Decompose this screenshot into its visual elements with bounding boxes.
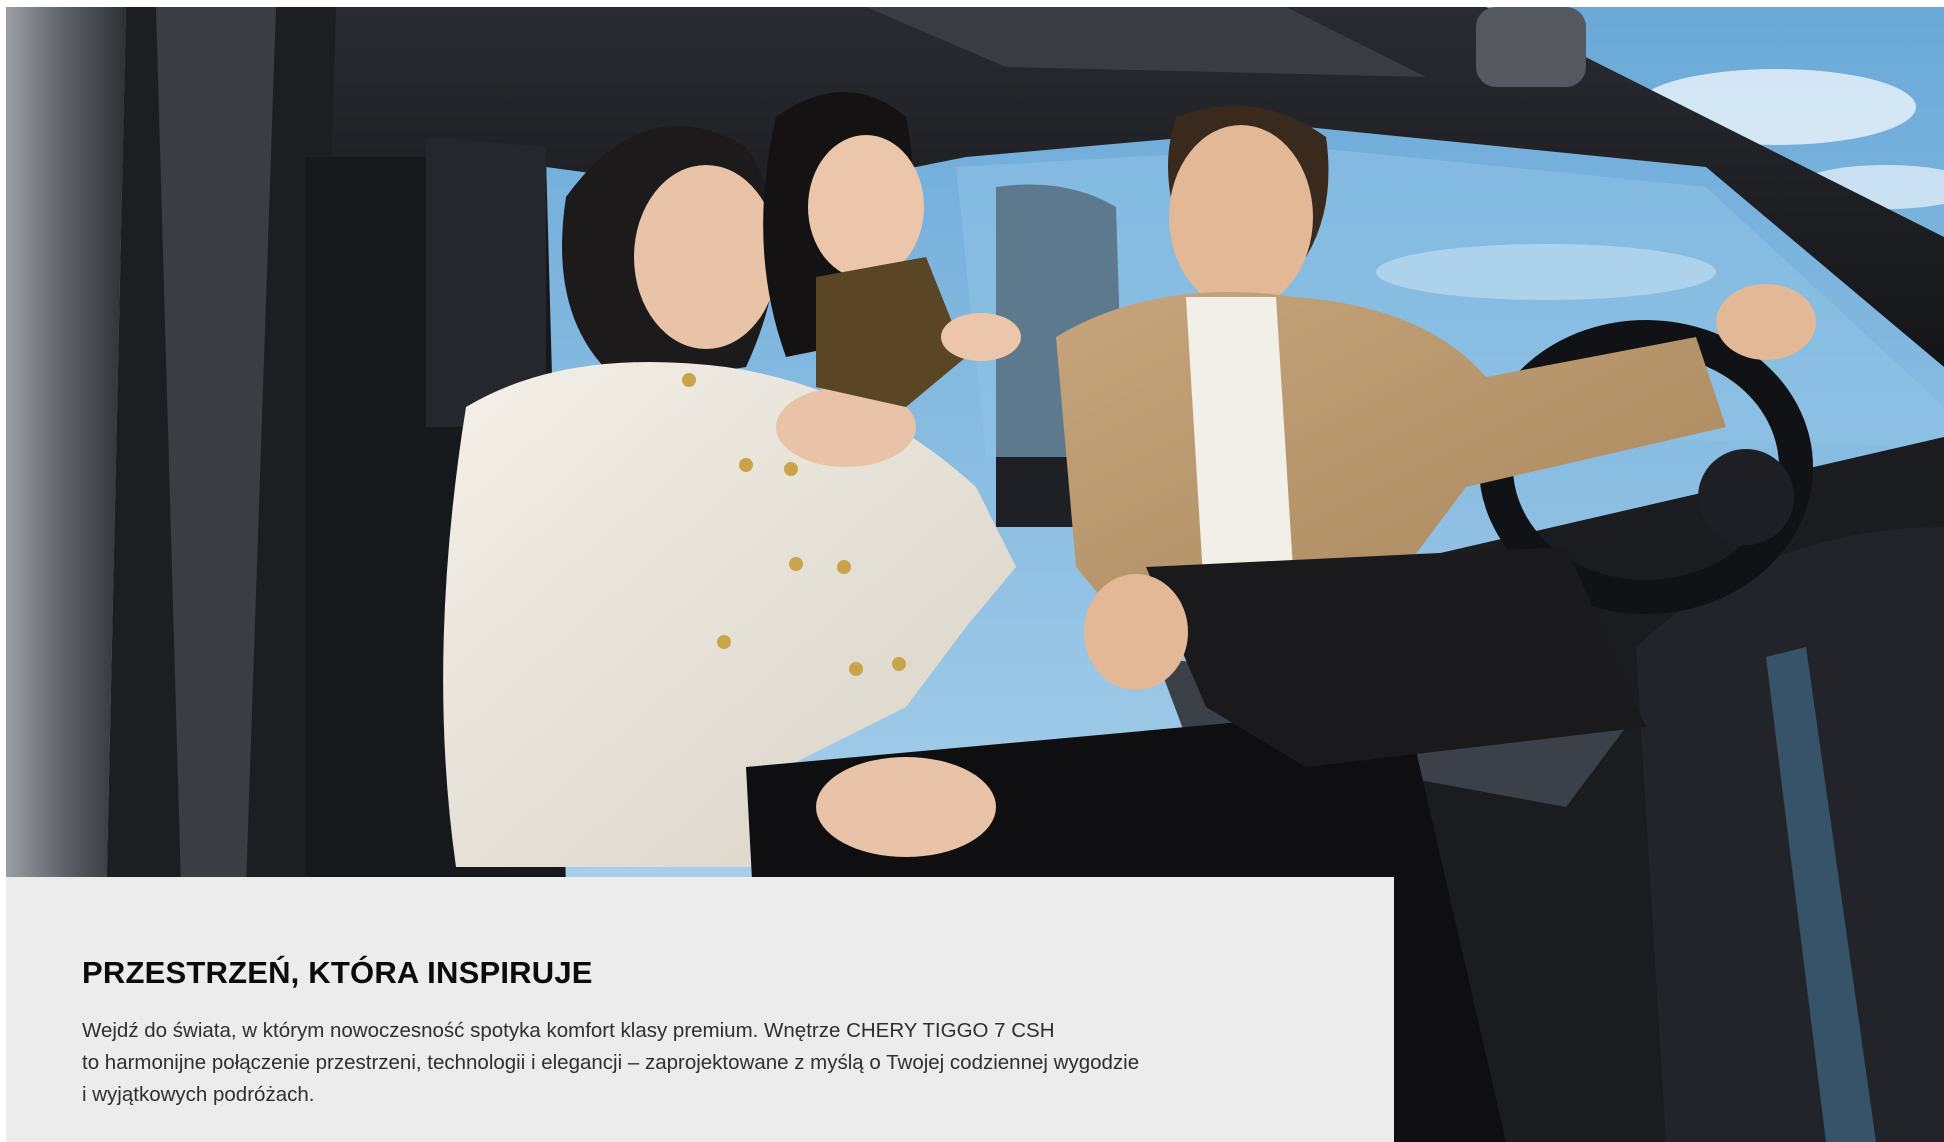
page: PRZESTRZEŃ, KTÓRA INSPIRUJE Wejdź do świ…: [0, 0, 1944, 1142]
description-line: to harmonijne połączenie przestrzeni, te…: [82, 1051, 1140, 1074]
description-line: Wejdź do świata, w którym nowoczesność s…: [82, 1019, 1055, 1042]
description-line: i wyjątkowych podróżach.: [82, 1083, 315, 1106]
text-panel: PRZESTRZEŃ, KTÓRA INSPIRUJE Wejdź do świ…: [6, 877, 1394, 1142]
section-description: Wejdź do świata, w którym nowoczesność s…: [82, 1015, 1394, 1111]
section-title: PRZESTRZEŃ, KTÓRA INSPIRUJE: [82, 955, 593, 990]
